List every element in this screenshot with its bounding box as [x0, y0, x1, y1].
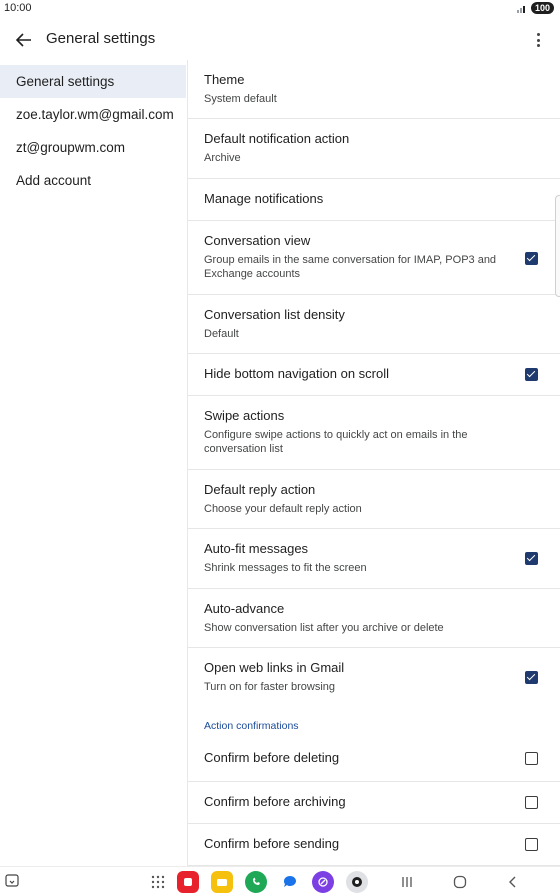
back-nav-icon[interactable] [505, 874, 521, 895]
setting-conversation-list-density[interactable]: Conversation list density Default [188, 295, 560, 354]
hide-bottom-navigation-checkbox[interactable] [525, 368, 538, 381]
setting-title: Conversation view [204, 233, 311, 248]
setting-title: Confirm before archiving [204, 794, 346, 809]
setting-title: Hide bottom navigation on scroll [204, 366, 389, 381]
setting-title: Theme [204, 72, 245, 87]
more-options-icon[interactable] [530, 28, 546, 52]
signal-icon [516, 4, 527, 13]
setting-hide-bottom-navigation[interactable]: Hide bottom navigation on scroll [188, 354, 560, 396]
back-arrow-icon[interactable] [12, 28, 36, 52]
confirm-sending-checkbox[interactable] [525, 838, 538, 851]
app-bar: General settings [0, 22, 560, 58]
setting-title: Auto-fit messages [204, 541, 309, 556]
setting-title: Confirm before sending [204, 836, 340, 851]
status-icons: 100 [516, 2, 554, 14]
setting-auto-fit-messages[interactable]: Auto-fit messages Shrink messages to fit… [188, 529, 560, 589]
scroll-handle[interactable] [555, 195, 560, 297]
setting-confirm-before-deleting[interactable]: Confirm before deleting [188, 740, 560, 782]
setting-subtitle: Turn on for faster browsing [204, 681, 336, 693]
notes-app-icon[interactable] [211, 871, 233, 893]
setting-title: Default reply action [204, 482, 316, 497]
setting-title: Confirm before deleting [204, 750, 340, 765]
messages-icon[interactable] [282, 874, 298, 895]
setting-auto-advance[interactable]: Auto-advance Show conversation list afte… [188, 589, 560, 648]
status-bar: 10:00 100 [0, 0, 560, 18]
section-header-action-confirmations: Action confirmations [204, 720, 299, 732]
open-web-links-checkbox[interactable] [525, 671, 538, 684]
setting-subtitle: Group emails in the same conversation fo… [204, 254, 497, 280]
setting-theme[interactable]: Theme System default [188, 60, 560, 119]
setting-default-notification-action[interactable]: Default notification action Archive [188, 119, 560, 179]
whatsapp-icon[interactable] [245, 871, 267, 893]
confirm-archiving-checkbox[interactable] [525, 796, 538, 809]
page-title: General settings [46, 30, 156, 47]
setting-subtitle: System default [204, 93, 277, 105]
browser-icon[interactable] [312, 871, 334, 893]
setting-manage-notifications[interactable]: Manage notifications [188, 179, 560, 221]
setting-subtitle: Shrink messages to fit the screen [204, 562, 367, 574]
account-sidebar: General settings zoe.taylor.wm@gmail.com… [0, 65, 186, 197]
camera-icon[interactable] [346, 871, 368, 893]
setting-title: Default notification action [204, 131, 350, 146]
battery-icon: 100 [530, 2, 554, 14]
setting-subtitle: Archive [204, 152, 241, 164]
setting-subtitle: Show conversation list after you archive… [204, 622, 444, 634]
setting-default-reply-action[interactable]: Default reply action Choose your default… [188, 470, 560, 529]
recent-apps-icon[interactable] [400, 875, 414, 894]
setting-swipe-actions[interactable]: Swipe actions Configure swipe actions to… [188, 396, 560, 470]
setting-confirm-before-sending[interactable]: Confirm before sending [188, 824, 560, 866]
app-drawer-icon[interactable] [150, 874, 166, 895]
setting-title: Swipe actions [204, 408, 285, 423]
setting-subtitle: Default [204, 328, 239, 340]
setting-confirm-before-archiving[interactable]: Confirm before archiving [188, 782, 560, 824]
system-nav-bar [0, 866, 560, 896]
setting-conversation-view[interactable]: Conversation view Group emails in the sa… [188, 221, 560, 295]
status-time: 10:00 [4, 2, 32, 14]
sidebar-item-zoe-gmail[interactable]: zoe.taylor.wm@gmail.com [0, 98, 186, 131]
setting-title: Auto-advance [204, 601, 285, 616]
auto-fit-messages-checkbox[interactable] [525, 552, 538, 565]
screenshot-icon[interactable] [4, 873, 20, 894]
sidebar-item-add-account[interactable]: Add account [0, 164, 186, 197]
red-app-icon[interactable] [177, 871, 199, 893]
confirm-deleting-checkbox[interactable] [525, 752, 538, 765]
setting-title: Manage notifications [204, 191, 324, 206]
setting-title: Conversation list density [204, 307, 345, 322]
setting-title: Open web links in Gmail [204, 660, 345, 675]
settings-list: Theme System default Default notificatio… [187, 60, 560, 866]
sidebar-item-zt-groupwm[interactable]: zt@groupwm.com [0, 131, 186, 164]
setting-subtitle: Choose your default reply action [204, 503, 362, 515]
home-icon[interactable] [452, 874, 468, 895]
sidebar-item-general-settings[interactable]: General settings [0, 65, 186, 98]
setting-subtitle: Configure swipe actions to quickly act o… [204, 429, 468, 455]
setting-open-web-links[interactable]: Open web links in Gmail Turn on for fast… [188, 648, 560, 708]
conversation-view-checkbox[interactable] [525, 252, 538, 265]
